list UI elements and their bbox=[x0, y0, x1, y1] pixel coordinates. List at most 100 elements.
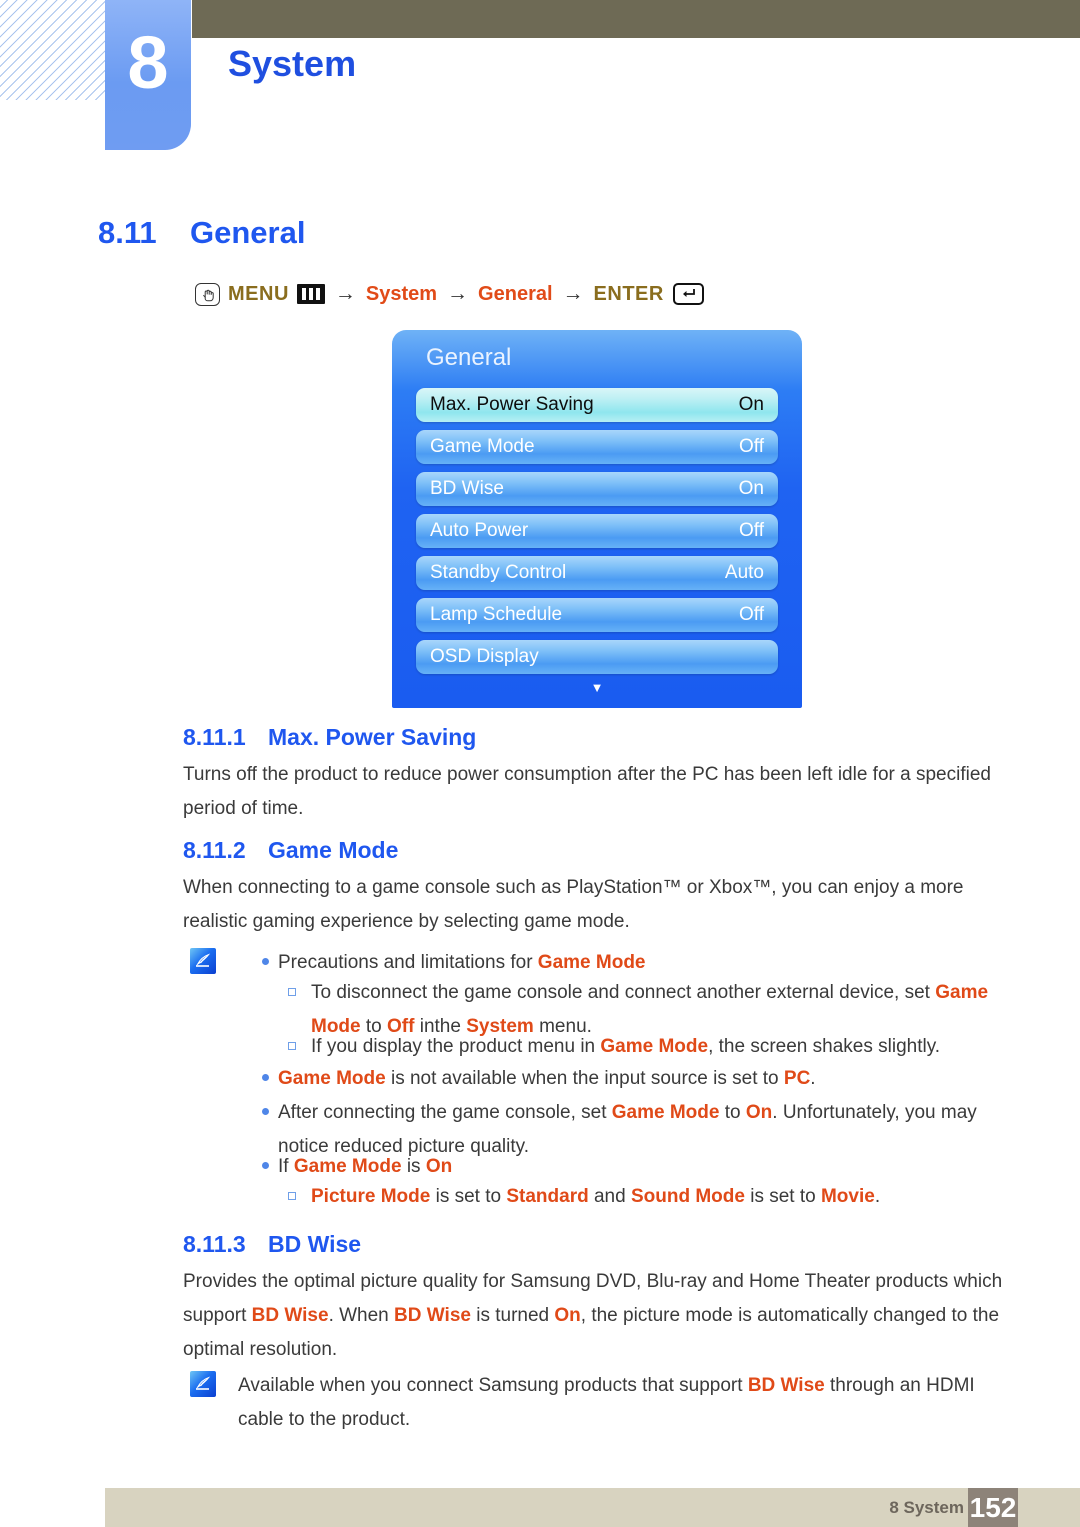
osd-panel-title: General bbox=[426, 344, 512, 371]
header-top-bar bbox=[192, 0, 1080, 38]
path-arrow-3: → bbox=[562, 282, 584, 305]
note-precautions: Precautions and limitations for Game Mod… bbox=[278, 946, 1018, 980]
osd-row-value: Off bbox=[739, 604, 764, 625]
osd-row-value: Off bbox=[739, 520, 764, 541]
chapter-title: System bbox=[228, 43, 357, 84]
note-pen-icon bbox=[190, 1371, 216, 1397]
osd-scroll-down-icon[interactable]: ▼ bbox=[392, 681, 802, 694]
note-text: To disconnect the game console and conne… bbox=[311, 982, 936, 1003]
subsection-title: Game Mode bbox=[268, 837, 399, 863]
bullet-level2 bbox=[288, 1192, 296, 1200]
osd-row-label: Standby Control bbox=[430, 562, 567, 583]
section-number: 8.11 bbox=[98, 215, 157, 250]
note-highlight: Movie bbox=[820, 1186, 875, 1207]
osd-row-label: OSD Display bbox=[430, 646, 539, 667]
note-highlight: PC bbox=[783, 1068, 811, 1089]
osd-row-label: Game Mode bbox=[430, 436, 535, 457]
menu-path-breadcrumb: MENU → System → General → ENTER bbox=[195, 282, 704, 306]
note-text: and bbox=[588, 1186, 631, 1207]
section-title: General bbox=[190, 215, 306, 250]
osd-row-bd-wise[interactable]: BD Wise On bbox=[416, 472, 778, 506]
osd-row-max-power-saving[interactable]: Max. Power Saving On bbox=[416, 388, 778, 422]
bullet-level2 bbox=[288, 988, 296, 996]
note-highlight: Game Mode bbox=[278, 1068, 386, 1089]
note-text: Available when you connect Samsung produ… bbox=[238, 1375, 748, 1396]
note-text: . bbox=[810, 1068, 816, 1089]
note-text: is set to bbox=[430, 1186, 507, 1207]
note-pen-icon bbox=[190, 948, 216, 974]
note-highlight: Standard bbox=[506, 1186, 589, 1207]
subsection-heading-bd-wise: 8.11.3 BD Wise bbox=[183, 1231, 361, 1258]
osd-row-value: Off bbox=[739, 436, 764, 457]
page-number: 152 bbox=[968, 1488, 1018, 1527]
subsection-title: BD Wise bbox=[268, 1231, 362, 1257]
note-text: , the screen shakes slightly. bbox=[708, 1036, 941, 1057]
menu-bars-icon bbox=[296, 284, 325, 304]
subsection-title: Max. Power Saving bbox=[268, 724, 477, 750]
paragraph-highlight: BD Wise bbox=[251, 1305, 329, 1326]
note-text: is bbox=[401, 1156, 426, 1177]
note-highlight: Game Mode bbox=[611, 1102, 720, 1123]
osd-row-lamp-schedule[interactable]: Lamp Schedule Off bbox=[416, 598, 778, 632]
paragraph-highlight: BD Wise bbox=[394, 1305, 471, 1326]
note-if-game-mode-on: If Game Mode is On bbox=[278, 1150, 1018, 1184]
paragraph-max-power-saving: Turns off the product to reduce power co… bbox=[183, 764, 991, 819]
note-text: Precautions and limitations for bbox=[278, 952, 538, 973]
note-picture-sound-mode: Picture Mode is set to Standard and Soun… bbox=[311, 1180, 1011, 1214]
subsection-number: 8.11.1 bbox=[183, 724, 246, 750]
subsection-heading-max-power-saving: 8.11.1 Max. Power Saving bbox=[183, 724, 476, 751]
path-arrow-2: → bbox=[447, 282, 469, 305]
osd-row-label: BD Wise bbox=[430, 478, 504, 499]
subsection-number: 8.11.3 bbox=[183, 1231, 246, 1257]
note-text: If bbox=[278, 1156, 294, 1177]
note-text: If you display the product menu in bbox=[311, 1036, 601, 1057]
subsection-heading-game-mode: 8.11.2 Game Mode bbox=[183, 837, 398, 864]
chapter-number: 8 bbox=[127, 20, 169, 104]
bullet-level2 bbox=[288, 1042, 296, 1050]
osd-row-label: Auto Power bbox=[430, 520, 529, 541]
bullet-level1 bbox=[262, 1108, 269, 1115]
note-highlight: On bbox=[745, 1102, 773, 1123]
osd-row-value: On bbox=[738, 394, 764, 415]
note-text: is not available when the input source i… bbox=[385, 1068, 784, 1089]
osd-row-label: Max. Power Saving bbox=[430, 394, 594, 415]
hand-pointer-icon bbox=[195, 282, 220, 306]
osd-row-label: Lamp Schedule bbox=[430, 604, 563, 625]
page-title: 8.11 General bbox=[98, 215, 305, 251]
paragraph-game-mode: When connecting to a game console such a… bbox=[183, 877, 964, 932]
menu-path-item-general: General bbox=[478, 282, 553, 305]
osd-row-value: Auto bbox=[724, 562, 764, 583]
subsection-number: 8.11.2 bbox=[183, 837, 246, 863]
note-highlight: Picture Mode bbox=[311, 1186, 431, 1207]
osd-row-osd-display[interactable]: OSD Display bbox=[416, 640, 778, 674]
enter-return-icon bbox=[672, 283, 704, 305]
header-hatch-pattern bbox=[0, 0, 106, 100]
note-text: to bbox=[719, 1102, 746, 1123]
paragraph-text: is turned bbox=[470, 1305, 555, 1326]
note-highlight: Sound Mode bbox=[630, 1186, 745, 1207]
bullet-level1 bbox=[262, 1162, 269, 1169]
path-arrow-1: → bbox=[334, 282, 356, 305]
osd-row-game-mode[interactable]: Game Mode Off bbox=[416, 430, 778, 464]
note-highlight: Game Mode bbox=[537, 952, 646, 973]
menu-label: MENU bbox=[228, 282, 289, 305]
note-highlight: Game Mode bbox=[600, 1036, 709, 1057]
osd-row-auto-power[interactable]: Auto Power Off bbox=[416, 514, 778, 548]
note-not-available-pc: Game Mode is not available when the inpu… bbox=[278, 1062, 1018, 1096]
paragraph-text: . When bbox=[328, 1305, 395, 1326]
note-menu-shakes: If you display the product menu in Game … bbox=[311, 1030, 1011, 1064]
osd-row-standby-control[interactable]: Standby Control Auto bbox=[416, 556, 778, 590]
osd-row-value: On bbox=[738, 478, 764, 499]
bullet-level1 bbox=[262, 1074, 269, 1081]
note-highlight: On bbox=[425, 1156, 453, 1177]
note-highlight: Game Mode bbox=[293, 1156, 402, 1177]
note-highlight: BD Wise bbox=[747, 1375, 825, 1396]
bullet-level1 bbox=[262, 958, 269, 965]
note-hdmi-bd-wise: Available when you connect Samsung produ… bbox=[238, 1369, 1013, 1437]
paragraph-bd-wise: Provides the optimal picture quality for… bbox=[183, 1265, 1013, 1367]
osd-menu-panel: General Max. Power Saving On Game Mode O… bbox=[392, 330, 802, 708]
menu-path-item-system: System bbox=[365, 282, 438, 305]
osd-menu-list: Max. Power Saving On Game Mode Off BD Wi… bbox=[416, 388, 778, 682]
enter-label: ENTER bbox=[593, 282, 664, 305]
note-text: After connecting the game console, set bbox=[278, 1102, 612, 1123]
